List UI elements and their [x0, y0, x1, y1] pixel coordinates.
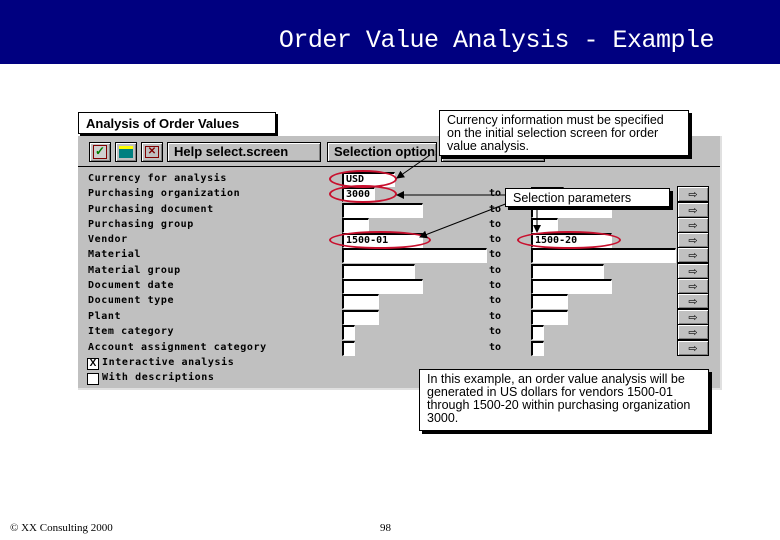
callout-arrows — [396, 154, 541, 239]
example-callout: In this example, an order value analysis… — [419, 369, 709, 431]
footer-copyright: © XX Consulting 2000 — [10, 522, 113, 534]
arrow-to-currency — [396, 154, 431, 179]
currency-callout: Currency information must be specified o… — [439, 110, 689, 156]
page-number: 98 — [380, 522, 391, 534]
selection-parameters-callout: Selection parameters — [505, 188, 670, 207]
arrow-to-vendor-from — [419, 202, 509, 239]
